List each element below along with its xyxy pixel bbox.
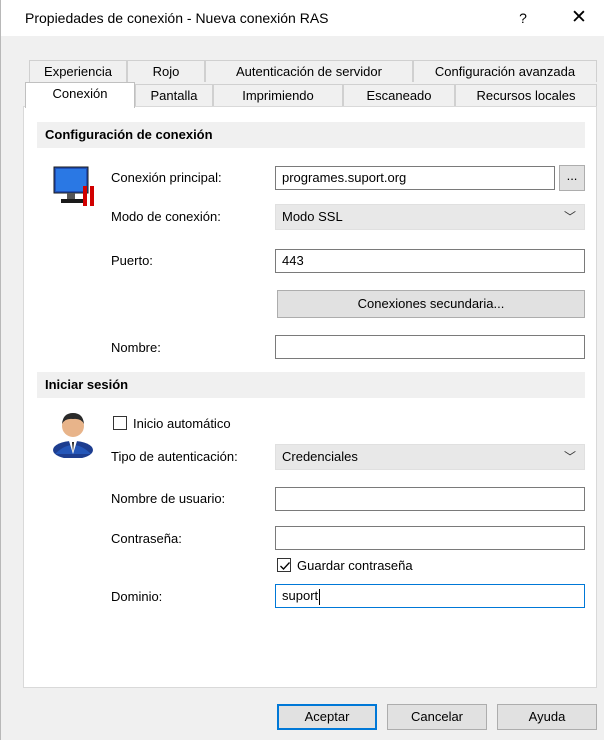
title-bar: Propiedades de conexión - Nueva conexión… (1, 0, 604, 36)
auto-login-label: Inicio automático (133, 416, 231, 431)
tab-autenticacion-servidor[interactable]: Autenticación de servidor (205, 60, 413, 82)
window-title: Propiedades de conexión - Nueva conexión… (25, 10, 329, 26)
user-icon (53, 413, 93, 458)
username-input[interactable] (275, 487, 585, 511)
auth-type-label: Tipo de autenticación: (111, 449, 238, 464)
properties-dialog: Propiedades de conexión - Nueva conexión… (0, 0, 604, 740)
tab-configuracion-avanzada[interactable]: Configuración avanzada (413, 60, 597, 82)
text-caret (319, 588, 321, 605)
monitor-icon (53, 166, 94, 206)
save-password-label: Guardar contraseña (297, 558, 413, 573)
help-button[interactable]: Ayuda (497, 704, 597, 730)
secondary-connections-button[interactable]: Conexiones secundaria... (277, 290, 585, 318)
tab-pantalla[interactable]: Pantalla (135, 84, 213, 106)
primary-connection-label: Conexión principal: (111, 170, 222, 185)
port-label: Puerto: (111, 253, 153, 268)
save-password-checkbox[interactable] (277, 558, 291, 572)
auto-login-checkbox[interactable] (113, 416, 127, 430)
tab-experiencia[interactable]: Experiencia (29, 60, 127, 82)
connection-mode-value: Modo SSL (282, 209, 343, 224)
browse-button[interactable]: ... (559, 165, 585, 191)
tab-escaneado[interactable]: Escaneado (343, 84, 455, 106)
domain-value: suport (282, 588, 319, 603)
name-label: Nombre: (111, 340, 161, 355)
help-icon[interactable]: ? (511, 6, 535, 30)
username-label: Nombre de usuario: (111, 491, 226, 506)
close-icon[interactable]: ✕ (567, 6, 591, 30)
primary-connection-input[interactable]: programes.suport.org (275, 166, 555, 190)
tab-recursos-locales[interactable]: Recursos locales (455, 84, 597, 106)
name-input[interactable] (275, 335, 585, 359)
password-input[interactable] (275, 526, 585, 550)
auth-type-select[interactable]: Credenciales ﹀ (275, 444, 585, 470)
cancel-button[interactable]: Cancelar (387, 704, 487, 730)
auth-type-value: Credenciales (282, 449, 358, 464)
tab-rojo[interactable]: Rojo (127, 60, 205, 82)
connection-settings-header: Configuración de conexión (37, 122, 585, 148)
tab-imprimiendo[interactable]: Imprimiendo (213, 84, 343, 106)
checkmark-icon (280, 562, 290, 570)
password-label: Contraseña: (111, 531, 182, 546)
connection-mode-select[interactable]: Modo SSL ﹀ (275, 204, 585, 230)
accept-button[interactable]: Aceptar (277, 704, 377, 730)
domain-label: Dominio: (111, 589, 163, 604)
tab-conexion[interactable]: Conexión (25, 82, 135, 108)
domain-input[interactable]: suport (275, 584, 585, 608)
port-input[interactable]: 443 (275, 249, 585, 273)
chevron-down-icon: ﹀ (563, 210, 576, 224)
connection-mode-label: Modo de conexión: (111, 209, 221, 224)
chevron-down-icon: ﹀ (563, 450, 576, 464)
login-header: Iniciar sesión (37, 372, 585, 398)
